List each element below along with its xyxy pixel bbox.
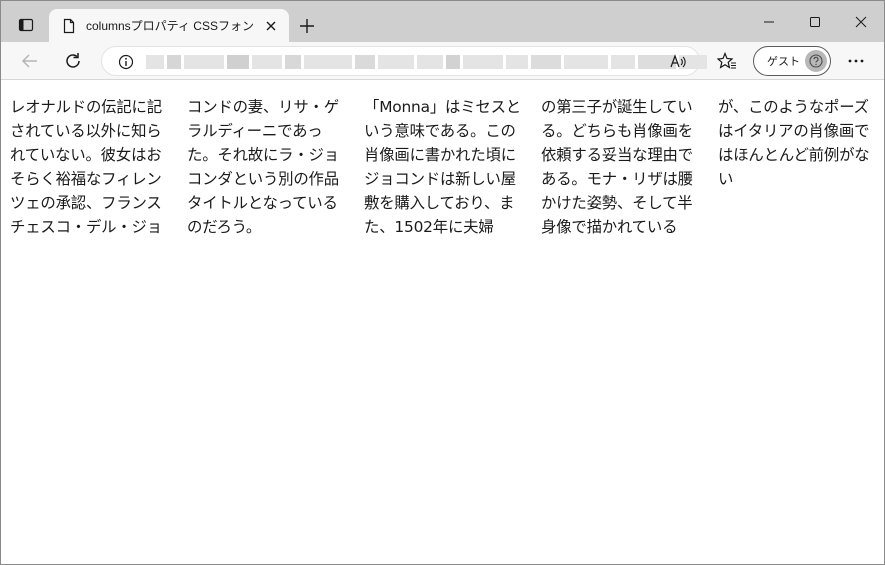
back-arrow-icon [21, 54, 37, 68]
more-button[interactable] [841, 46, 871, 76]
favorites-button[interactable] [712, 46, 742, 76]
close-icon [266, 21, 276, 30]
maximize-icon [810, 16, 820, 27]
back-button[interactable] [15, 46, 45, 76]
page-icon [63, 18, 75, 33]
minimize-button[interactable] [746, 1, 792, 42]
guest-label: ゲスト [767, 55, 800, 68]
text-column-3: 「Monna」はミセスという意味である。この肖像画に書かれた頃にジョコンドは新し… [364, 98, 521, 236]
profile-button[interactable]: ゲスト [753, 46, 831, 76]
tab-actions-icon [18, 18, 34, 32]
text-column-5: が、このようなポーズはイタリアの肖像画ではほんとんど前例がない [718, 98, 870, 188]
plus-icon [300, 19, 314, 33]
reload-icon [66, 53, 80, 68]
info-icon[interactable] [118, 54, 134, 70]
toolbar: ゲスト [1, 42, 884, 80]
more-icon [848, 59, 864, 63]
text-column-4: の第三子が誕生している。どちらも肖像画を依頼する妥当な理由である。モナ・リザは腰… [541, 98, 693, 236]
reload-button[interactable] [58, 46, 88, 76]
active-tab[interactable]: columnsプロパティ CSSフォントサンプル [49, 9, 289, 42]
favorites-icon [717, 52, 736, 69]
read-aloud-icon[interactable] [669, 53, 687, 71]
browser-window: columnsプロパティ CSSフォントサンプル [0, 0, 885, 565]
tab-close-button[interactable] [263, 18, 279, 34]
multi-column-text: レオナルドの伝記に記されている以外に知られていない。彼女はおそらく裕福なフィレン… [10, 95, 880, 239]
minimize-icon [764, 21, 774, 22]
maximize-button[interactable] [792, 1, 838, 42]
close-icon [855, 16, 867, 27]
close-window-button[interactable] [838, 1, 884, 42]
page-content: レオナルドの伝記に記されている以外に知られていない。彼女はおそらく裕福なフィレン… [1, 81, 884, 564]
tab-title: columnsプロパティ CSSフォントサンプル [86, 19, 257, 33]
text-column-1: レオナルドの伝記に記されている以外に知られていない。彼女はおそらく裕福なフィレン… [10, 98, 162, 236]
tab-actions-button[interactable] [10, 10, 42, 40]
window-controls [746, 1, 884, 42]
new-tab-button[interactable] [293, 13, 321, 39]
text-column-2: コンドの妻、リサ・ゲラルディーニであった。それ故にラ・ジョコンダという別の作品タ… [187, 98, 339, 236]
address-bar[interactable] [101, 46, 707, 76]
guest-avatar-icon [809, 54, 823, 68]
avatar [805, 50, 827, 72]
url-text [146, 55, 707, 69]
tab-strip: columnsプロパティ CSSフォントサンプル [1, 1, 884, 42]
